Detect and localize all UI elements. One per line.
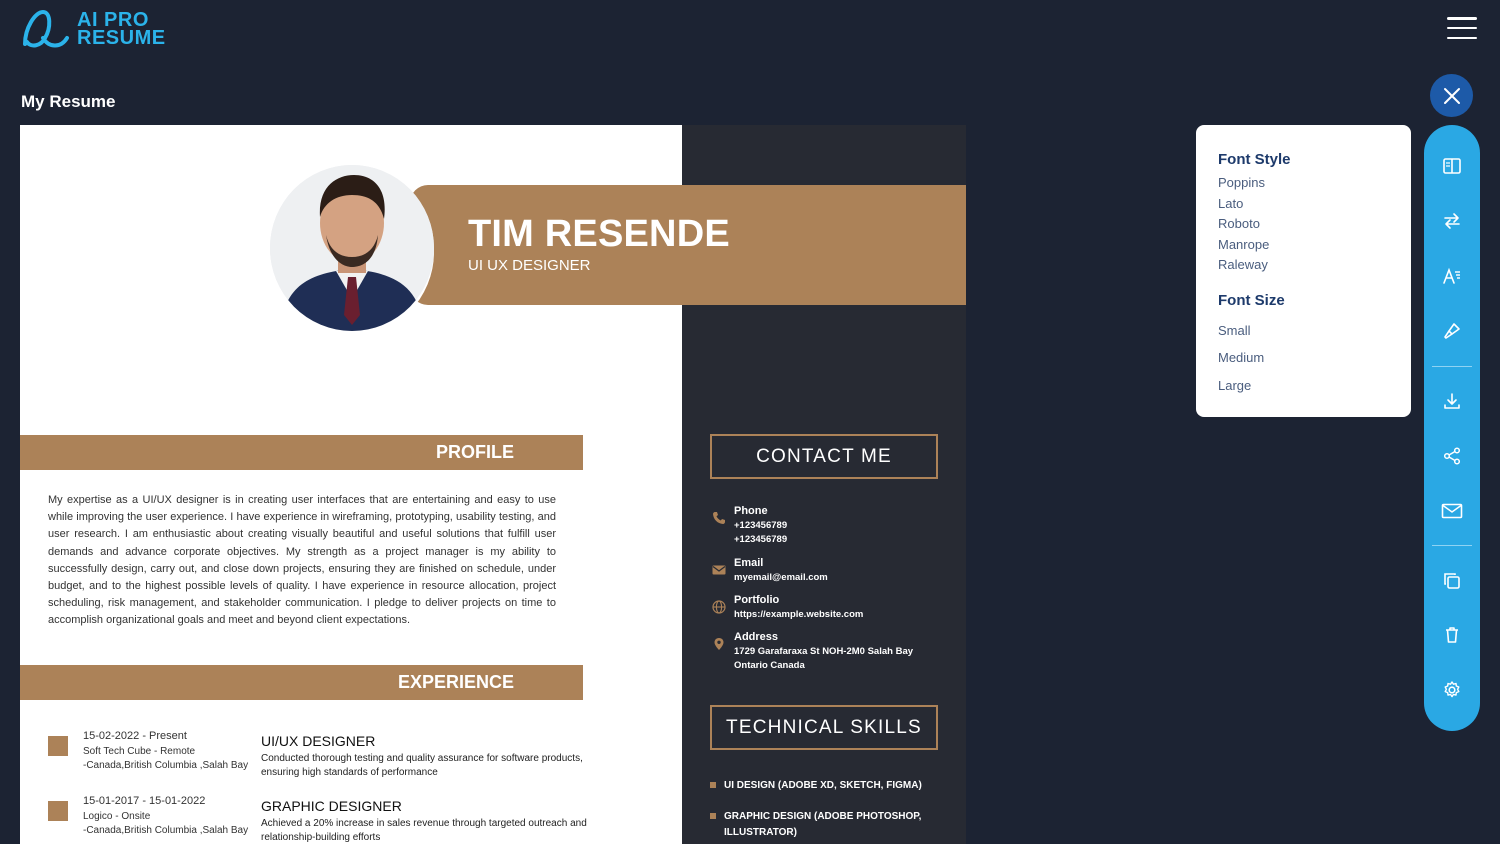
experience-role: UI/UX DESIGNER: [261, 733, 376, 749]
profile-heading: PROFILE: [20, 435, 583, 470]
font-option-raleway[interactable]: Raleway: [1218, 257, 1268, 272]
experience-bullet: [48, 736, 68, 756]
experience-company: Logico - Onsite -Canada,British Columbia…: [83, 811, 249, 836]
hamburger-icon[interactable]: [1447, 17, 1477, 39]
font-option-roboto[interactable]: Roboto: [1218, 216, 1260, 231]
font-icon[interactable]: [1440, 264, 1464, 288]
experience-date: 15-01-2017 - 15-01-2022: [83, 795, 206, 807]
globe-icon: [712, 600, 726, 614]
logo-text: AI PRO RESUME: [77, 9, 166, 49]
experience-heading: EXPERIENCE: [20, 665, 583, 700]
resume-preview[interactable]: TIM RESENDE UI UX DESIGNER PROFILE My ex…: [20, 125, 966, 844]
font-size-large[interactable]: Large: [1218, 378, 1251, 393]
skill-item: UI DESIGN (ADOBE XD, SKETCH, FIGMA): [710, 778, 950, 794]
font-option-poppins[interactable]: Poppins: [1218, 175, 1265, 190]
toolbar-divider: [1432, 545, 1472, 546]
experience-date: 15-02-2022 - Present: [83, 730, 187, 742]
resume-job-title: UI UX DESIGNER: [468, 257, 591, 274]
experience-role: GRAPHIC DESIGNER: [261, 798, 402, 814]
resume-name: TIM RESENDE: [468, 213, 730, 255]
page-title: My Resume: [21, 92, 116, 111]
settings-icon[interactable]: [1440, 678, 1464, 702]
delete-icon[interactable]: [1440, 623, 1464, 647]
download-icon[interactable]: [1440, 389, 1464, 413]
font-size-heading: Font Size: [1218, 292, 1285, 309]
font-style-heading: Font Style: [1218, 151, 1291, 168]
editor-toolbar: [1424, 125, 1480, 731]
font-option-manrope[interactable]: Manrope: [1218, 237, 1269, 252]
experience-description: Conducted thorough testing and quality a…: [261, 753, 583, 778]
layout-icon[interactable]: [1440, 154, 1464, 178]
swap-icon[interactable]: [1440, 209, 1464, 233]
mail-icon: [712, 565, 726, 575]
font-option-lato[interactable]: Lato: [1218, 196, 1243, 211]
toolbar-divider: [1432, 366, 1472, 367]
experience-bullet: [48, 801, 68, 821]
close-icon: [1443, 87, 1460, 104]
share-icon[interactable]: [1440, 444, 1464, 468]
location-pin-icon: [714, 638, 724, 650]
font-options-panel: Font Style Poppins Lato Roboto Manrope R…: [1196, 125, 1411, 417]
skill-item: GRAPHIC DESIGN (ADOBE PHOTOSHOP, ILLUSTR…: [710, 809, 950, 841]
experience-description: Achieved a 20% increase in sales revenue…: [261, 818, 587, 843]
close-button[interactable]: [1430, 74, 1473, 117]
font-size-medium[interactable]: Medium: [1218, 350, 1264, 365]
contact-heading: CONTACT ME: [710, 434, 938, 479]
email-icon[interactable]: [1440, 499, 1464, 523]
logo-mark-icon: [23, 9, 69, 48]
experience-company: Soft Tech Cube - Remote -Canada,British …: [83, 746, 249, 771]
font-size-small[interactable]: Small: [1218, 323, 1251, 338]
duplicate-icon[interactable]: [1440, 569, 1464, 593]
logo[interactable]: AI PRO RESUME: [21, 8, 166, 50]
phone-icon: [713, 512, 725, 524]
profile-photo: [270, 165, 434, 331]
technical-skills-heading: TECHNICAL SKILLS: [710, 705, 938, 750]
profile-text: My expertise as a UI/UX designer is in c…: [48, 494, 556, 627]
paint-brush-icon[interactable]: [1440, 319, 1464, 343]
